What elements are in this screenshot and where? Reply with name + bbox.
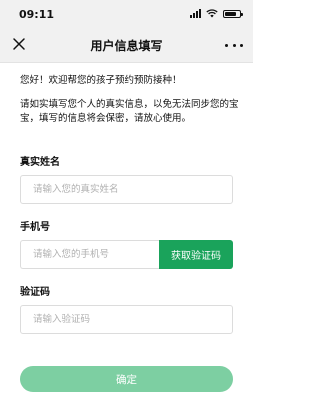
page-title: 用户信息填写: [90, 39, 163, 53]
name-field: [20, 175, 233, 204]
signal-icon: [190, 9, 201, 18]
code-label: 验证码: [20, 287, 50, 298]
nav-bar: 用户信息填写: [0, 28, 253, 63]
phone-field: [20, 240, 160, 269]
code-field: [20, 305, 233, 334]
more-icon[interactable]: [225, 37, 243, 53]
phone-label: 手机号: [20, 222, 50, 233]
get-code-button[interactable]: 获取验证码: [159, 240, 233, 269]
wifi-icon: [206, 9, 218, 18]
name-input[interactable]: [21, 176, 232, 203]
intro-greeting: 您好！欢迎帮您的孩子预约预防接种！: [20, 75, 182, 86]
code-input[interactable]: [21, 306, 232, 333]
battery-icon: [223, 10, 243, 18]
intro-text: 您好！欢迎帮您的孩子预约预防接种！ 请如实填写您个人的真实信息，以免无法同步您的…: [20, 74, 240, 136]
status-bar: 09:11: [0, 0, 253, 28]
intro-notice: 请如实填写您个人的真实信息，以免无法同步您的宝宝，填写的信息将会保密，请放心使用…: [20, 99, 239, 124]
confirm-button[interactable]: 确定: [20, 366, 233, 392]
status-time: 09:11: [19, 8, 55, 21]
status-icons: [190, 9, 243, 18]
phone-input[interactable]: [21, 241, 160, 268]
name-label: 真实姓名: [20, 157, 60, 168]
